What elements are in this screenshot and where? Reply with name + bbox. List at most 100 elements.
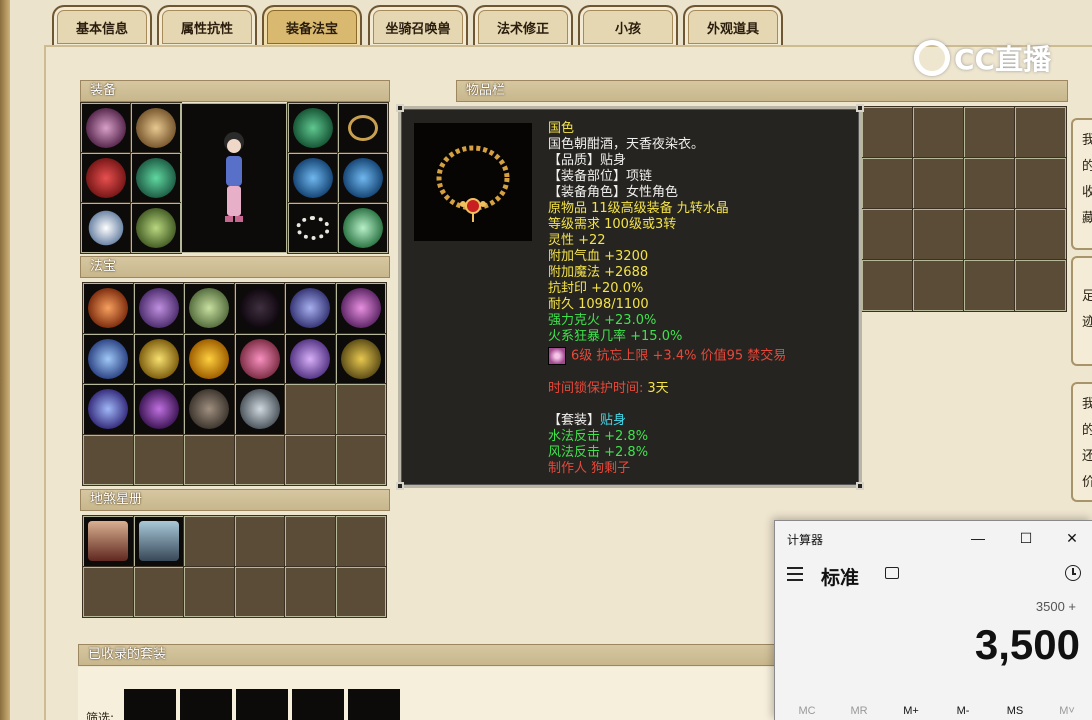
equip-slot[interactable]: [287, 152, 339, 204]
tab-equipment[interactable]: 装备法宝: [262, 5, 362, 47]
keep-on-top-icon[interactable]: [885, 567, 899, 579]
tab-appearance[interactable]: 外观道具: [683, 5, 783, 47]
inventory-slot[interactable]: [861, 106, 914, 159]
inventory-slot[interactable]: [912, 106, 965, 159]
fabao-slot[interactable]: [233, 332, 286, 385]
set-icon[interactable]: [124, 689, 176, 720]
item-stat: 抗封印 +20.0%: [548, 281, 644, 296]
disha-slot[interactable]: [82, 515, 135, 568]
fabao-slot[interactable]: [132, 282, 185, 335]
disha-slot[interactable]: [132, 515, 185, 568]
side-card-footprints[interactable]: 足 迹: [1071, 256, 1092, 366]
inventory-slot[interactable]: [1014, 208, 1067, 261]
side-card-char: 收: [1082, 185, 1092, 200]
disha-slot-empty[interactable]: [284, 515, 337, 568]
disha-slot-empty[interactable]: [233, 515, 286, 568]
fabao-slot-empty[interactable]: [334, 383, 387, 436]
inventory-slot[interactable]: [861, 157, 914, 210]
fabao-slot[interactable]: [132, 332, 185, 385]
set-icon[interactable]: [348, 689, 400, 720]
inventory-slot[interactable]: [1014, 259, 1067, 312]
fabao-slot[interactable]: [334, 332, 387, 385]
fabao-slot[interactable]: [334, 282, 387, 335]
tab-spell-mods[interactable]: 法术修正: [473, 5, 573, 47]
fabao-slot-empty[interactable]: [334, 433, 387, 486]
fabao-slot[interactable]: [284, 282, 337, 335]
item-origin: 原物品 11级高级装备 九转水晶: [548, 201, 729, 216]
fabao-slot[interactable]: [132, 383, 185, 436]
equip-slot[interactable]: [80, 102, 132, 154]
inventory-slot[interactable]: [912, 208, 965, 261]
disha-slot-empty[interactable]: [334, 565, 387, 618]
history-icon[interactable]: [1065, 565, 1081, 581]
memory-add-button[interactable]: M+: [885, 705, 937, 717]
equip-slot[interactable]: [80, 152, 132, 204]
tab-child[interactable]: 小孩: [578, 5, 678, 47]
equip-slot[interactable]: [337, 202, 389, 254]
fabao-slot[interactable]: [82, 332, 135, 385]
disha-slot-empty[interactable]: [183, 565, 236, 618]
inventory-slot[interactable]: [1014, 157, 1067, 210]
disha-slot-empty[interactable]: [82, 565, 135, 618]
fabao-slot-empty[interactable]: [132, 433, 185, 486]
side-card-collection[interactable]: 我 的 收 藏: [1071, 118, 1092, 250]
inventory-slot[interactable]: [861, 208, 914, 261]
tab-attributes[interactable]: 属性抗性: [157, 5, 257, 47]
fabao-slot[interactable]: [233, 282, 286, 335]
inventory-slot[interactable]: [912, 259, 965, 312]
close-button[interactable]: ✕: [1057, 527, 1087, 549]
side-card-offers[interactable]: 我 的 还 价: [1071, 382, 1092, 502]
fabao-slot-empty[interactable]: [284, 383, 337, 436]
set-icon[interactable]: [292, 689, 344, 720]
fabao-slot-empty[interactable]: [82, 433, 135, 486]
time-lock-label: 时间锁保护时间:: [548, 381, 644, 396]
fabao-slot-empty[interactable]: [183, 433, 236, 486]
disha-slot-empty[interactable]: [183, 515, 236, 568]
set-icon[interactable]: [180, 689, 232, 720]
equip-slot[interactable]: [80, 202, 132, 254]
fabao-slot-empty[interactable]: [284, 433, 337, 486]
fabao-slot[interactable]: [183, 383, 236, 436]
memory-list-button[interactable]: M˅: [1041, 705, 1092, 717]
equip-slot[interactable]: [337, 152, 389, 204]
necklace-image: [414, 123, 532, 241]
tab-basic-info[interactable]: 基本信息: [52, 5, 152, 47]
equip-slot[interactable]: [130, 202, 182, 254]
fabao-slot[interactable]: [183, 332, 236, 385]
inventory-slot[interactable]: [861, 259, 914, 312]
inventory-slot[interactable]: [963, 208, 1016, 261]
filter-label: 筛选:: [86, 711, 115, 720]
equip-slot[interactable]: [130, 102, 182, 154]
fabao-slot-empty[interactable]: [233, 433, 286, 486]
equip-slot[interactable]: [130, 152, 182, 204]
set-icon[interactable]: [236, 689, 288, 720]
minimize-button[interactable]: —: [963, 527, 993, 549]
disha-slot-empty[interactable]: [132, 565, 185, 618]
equip-slot[interactable]: [287, 102, 339, 154]
inventory-slot[interactable]: [963, 157, 1016, 210]
inventory-slot[interactable]: [963, 106, 1016, 159]
disha-slot-empty[interactable]: [233, 565, 286, 618]
item-gem-line: 6级 抗忘上限 +3.4% 价值95 禁交易: [548, 347, 786, 365]
equip-slot-necklace[interactable]: [337, 102, 389, 154]
disha-slot-empty[interactable]: [284, 565, 337, 618]
fabao-slot[interactable]: [82, 282, 135, 335]
memory-recall-button[interactable]: MR: [833, 705, 885, 717]
fabao-slot[interactable]: [284, 332, 337, 385]
character-figure: [224, 132, 244, 222]
memory-clear-button[interactable]: MC: [781, 705, 833, 717]
inventory-slot[interactable]: [1014, 106, 1067, 159]
fabao-slot[interactable]: [183, 282, 236, 335]
menu-icon[interactable]: [787, 567, 803, 581]
disha-slot-empty[interactable]: [334, 515, 387, 568]
tab-mounts-pets[interactable]: 坐骑召唤兽: [368, 5, 468, 47]
inventory-slot[interactable]: [912, 157, 965, 210]
memory-store-button[interactable]: MS: [989, 705, 1041, 717]
maximize-button[interactable]: ☐: [1011, 527, 1041, 549]
item-role: 【装备角色】女性角色: [548, 185, 679, 200]
equip-slot[interactable]: [287, 202, 339, 254]
memory-subtract-button[interactable]: M-: [937, 705, 989, 717]
fabao-slot[interactable]: [82, 383, 135, 436]
fabao-slot[interactable]: [233, 383, 286, 436]
inventory-slot[interactable]: [963, 259, 1016, 312]
